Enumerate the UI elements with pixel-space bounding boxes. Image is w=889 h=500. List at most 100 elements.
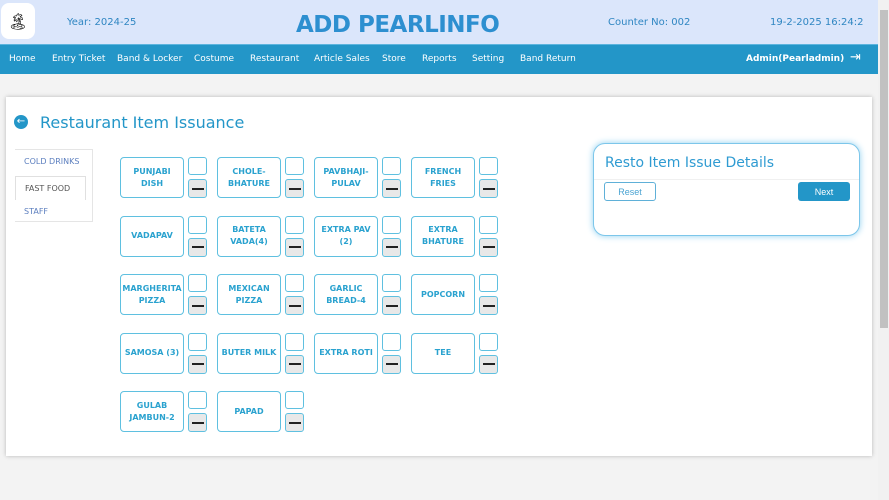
minus-icon (288, 363, 301, 365)
quantity-input[interactable] (382, 274, 401, 292)
menu-item-button[interactable]: BATETA VADA(4) (217, 215, 281, 257)
quantity-input[interactable] (479, 274, 498, 292)
nav-item-home[interactable]: Home (9, 54, 36, 64)
minus-icon (191, 421, 204, 424)
minus-icon (288, 421, 301, 424)
quantity-input[interactable] (479, 332, 498, 351)
issue-details-panel: Resto Item Issue Details Reset Next (593, 143, 860, 236)
decrement-button[interactable] (188, 413, 207, 432)
minus-icon (482, 304, 495, 307)
decrement-button[interactable] (479, 296, 498, 315)
page-title: Restaurant Item Issuance (40, 113, 245, 132)
nav-bar: Band Return Setting Reports Store Article Sa… (0, 44, 878, 74)
decrement-button[interactable] (285, 296, 304, 315)
quantity-input[interactable] (479, 215, 498, 234)
nav-item-restaurant[interactable]: Restaurant (250, 54, 299, 64)
main-card: ← Restaurant Item Issuance COLD DRINKS F… (6, 97, 872, 456)
decrement-button[interactable] (382, 237, 401, 257)
user-label: Admin(Pearladmin) (746, 54, 845, 64)
tab-cold-drinks[interactable]: COLD DRINKS (15, 150, 86, 174)
menu-item-button[interactable]: TEE (411, 332, 475, 374)
nav-item-costume[interactable]: Costume (194, 54, 234, 64)
decrement-button[interactable] (188, 237, 207, 257)
menu-item-button[interactable]: PUNJABI DISH (120, 157, 184, 198)
menu-item-button[interactable]: GARLIC BREAD-4 (314, 274, 378, 315)
quantity-input[interactable] (479, 157, 498, 175)
reset-button[interactable]: Reset (604, 182, 656, 201)
back-arrow-icon[interactable]: ← (14, 115, 28, 129)
decrement-button[interactable] (285, 179, 304, 198)
menu-item-button[interactable]: BUTER MILK (217, 332, 281, 374)
quantity-input[interactable] (188, 332, 207, 351)
minus-icon (385, 187, 398, 190)
tab-staff[interactable]: STAFF (15, 200, 86, 224)
minus-icon (288, 187, 301, 190)
menu-item-button[interactable]: EXTRA PAV (2) (314, 215, 378, 257)
category-tabs: COLD DRINKS FAST FOOD STAFF (15, 149, 93, 222)
tab-fast-food[interactable]: FAST FOOD (15, 176, 86, 200)
quantity-input[interactable] (188, 215, 207, 234)
nav-item-article-sales[interactable]: Article Sales (314, 54, 370, 64)
panel-title: Resto Item Issue Details (605, 155, 775, 171)
next-button[interactable]: Next (798, 182, 850, 201)
decrement-button[interactable] (285, 237, 304, 257)
menu-item-button[interactable]: PAPAD (217, 391, 281, 432)
quantity-input[interactable] (285, 332, 304, 351)
menu-item-button[interactable]: CHOLE-BHATURE (217, 157, 281, 198)
nav-item-setting[interactable]: Setting (472, 54, 504, 64)
quantity-input[interactable] (188, 274, 207, 292)
menu-item-button[interactable]: POPCORN (411, 274, 475, 315)
decrement-button[interactable] (382, 296, 401, 315)
minus-icon (385, 246, 398, 248)
quantity-input[interactable] (382, 332, 401, 351)
minus-icon (288, 304, 301, 307)
quantity-input[interactable] (285, 215, 304, 234)
nav-item-entry-ticket[interactable]: Entry Ticket (52, 54, 105, 64)
decrement-button[interactable] (382, 179, 401, 198)
divider (594, 179, 859, 180)
menu-item-button[interactable]: MEXICAN PIZZA (217, 274, 281, 315)
menu-item-button[interactable]: PAVBHAJI-PULAV (314, 157, 378, 198)
year-label: Year: 2024-25 (67, 17, 137, 28)
decrement-button[interactable] (285, 413, 304, 432)
quantity-input[interactable] (382, 157, 401, 175)
decrement-button[interactable] (382, 354, 401, 374)
menu-item-button[interactable]: EXTRA BHATURE (411, 215, 475, 257)
logout-icon[interactable]: ⇥ (850, 50, 861, 65)
minus-icon (482, 246, 495, 248)
decrement-button[interactable] (479, 354, 498, 374)
minus-icon (191, 246, 204, 248)
quantity-input[interactable] (285, 274, 304, 292)
menu-item-button[interactable]: MARGHERITA PIZZA (120, 274, 184, 315)
decrement-button[interactable] (188, 296, 207, 315)
app-title: ADD PEARLINFO (296, 12, 500, 38)
menu-item-button[interactable]: SAMOSA (3) (120, 332, 184, 374)
counter-label: Counter No: 002 (608, 17, 691, 28)
quantity-input[interactable] (188, 157, 207, 175)
quantity-input[interactable] (188, 391, 207, 409)
minus-icon (191, 187, 204, 190)
quantity-input[interactable] (285, 157, 304, 175)
menu-item-button[interactable]: EXTRA ROTI (314, 332, 378, 374)
decrement-button[interactable] (479, 237, 498, 257)
nav-item-store[interactable]: Store (382, 54, 406, 64)
decrement-button[interactable] (479, 179, 498, 198)
quantity-input[interactable] (382, 215, 401, 234)
menu-item-button[interactable]: GULAB JAMBUN-2 (120, 391, 184, 432)
nav-item-band-locker[interactable]: Band & Locker (117, 54, 182, 64)
nav-item-band-return[interactable]: Band Return (520, 54, 576, 64)
nav-item-reports[interactable]: Reports (422, 54, 457, 64)
minus-icon (191, 363, 204, 365)
minus-icon (288, 246, 301, 248)
decrement-button[interactable] (188, 354, 207, 374)
header: 🏝 Year: 2024-25 ADD PEARLINFO Counter No… (0, 0, 878, 44)
menu-item-button[interactable]: FRENCH FRIES (411, 157, 475, 198)
minus-icon (385, 304, 398, 307)
datetime-label: 19-2-2025 16:24:2 (770, 17, 864, 28)
minus-icon (482, 187, 495, 190)
quantity-input[interactable] (285, 391, 304, 409)
decrement-button[interactable] (285, 354, 304, 374)
decrement-button[interactable] (188, 179, 207, 198)
scrollbar-thumb[interactable] (880, 10, 888, 328)
menu-item-button[interactable]: VADAPAV (120, 215, 184, 257)
